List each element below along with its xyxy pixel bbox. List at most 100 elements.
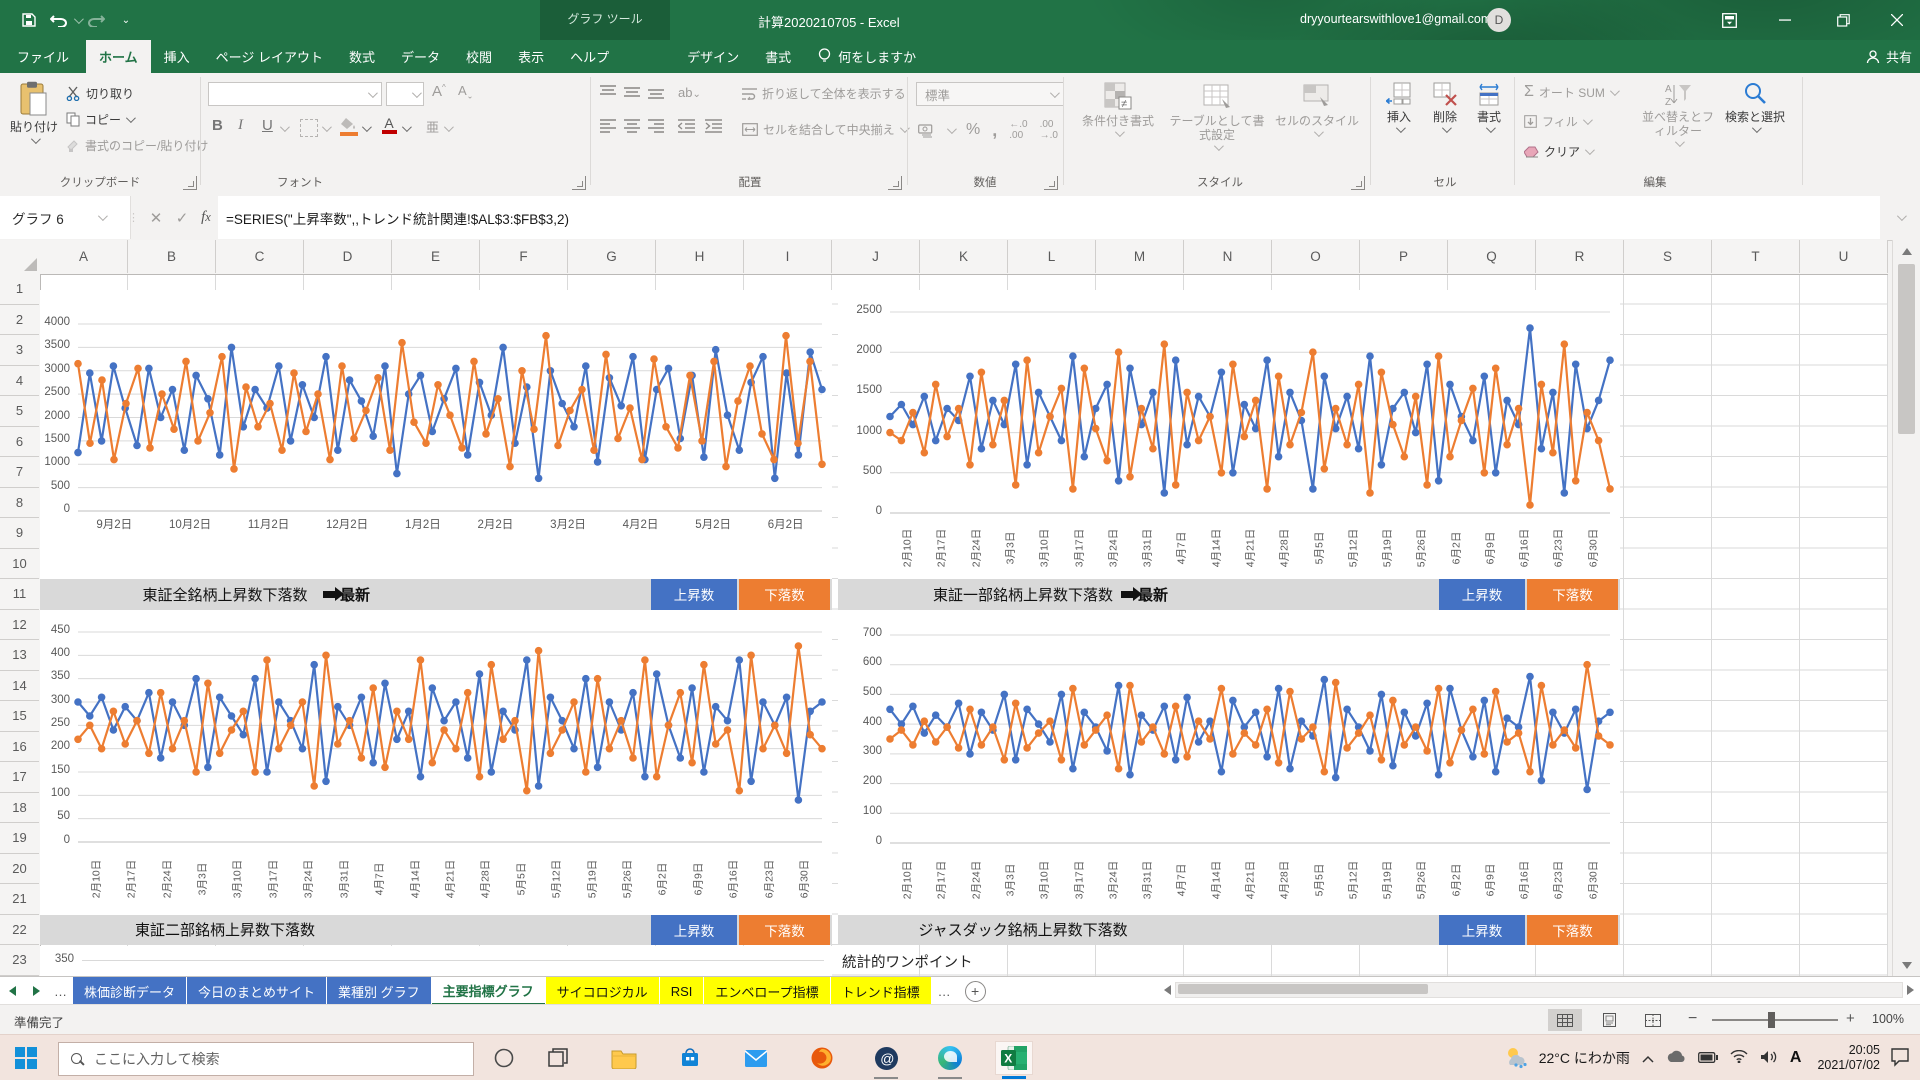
chart-tse-first[interactable]: 250020001500100050002月10日2月17日2月24日3月3日3… <box>838 290 1620 579</box>
vertical-scrollbar[interactable] <box>1892 240 1920 976</box>
sheet-tab-サイコロジカル[interactable]: サイコロジカル <box>546 977 659 1005</box>
comma-style-icon[interactable]: , <box>992 120 997 141</box>
zoom-slider-thumb[interactable] <box>1768 1012 1775 1028</box>
tab-contextual-書式[interactable]: 書式 <box>752 40 804 73</box>
sort-filter-button[interactable]: AZ 並べ替えとフィルター <box>1640 81 1716 147</box>
undo-icon[interactable] <box>44 8 74 32</box>
indent-icons[interactable] <box>678 119 722 133</box>
font-color-dropdown-icon[interactable] <box>402 122 412 132</box>
customize-qat-icon[interactable]: ⌄ <box>111 8 141 32</box>
edge-icon[interactable] <box>932 1042 968 1074</box>
paste-dropdown-icon[interactable] <box>30 134 40 144</box>
account-email[interactable]: dryyourtearswithlove1@gmail.com <box>1300 12 1491 26</box>
battery-icon[interactable] <box>1698 1050 1718 1066</box>
windows-start-button[interactable] <box>8 1042 44 1074</box>
weather-text[interactable]: 22°C にわか雨 <box>1539 1048 1630 1068</box>
formula-bar-expand-icon[interactable] <box>1886 196 1914 239</box>
restore-button[interactable] <box>1820 0 1866 40</box>
bold-button[interactable]: B <box>212 117 223 134</box>
autosum-dropdown-icon[interactable] <box>1610 86 1620 96</box>
sheet-tab-業種別 グラフ[interactable]: 業種別 グラフ <box>327 977 431 1005</box>
zoom-in-icon[interactable]: + <box>1846 1010 1855 1027</box>
conditional-formatting-dropdown-icon[interactable] <box>1114 127 1124 137</box>
file-explorer-icon[interactable] <box>606 1042 642 1074</box>
column-header-R[interactable]: R <box>1536 240 1624 273</box>
font-dialog-launcher-icon[interactable] <box>572 176 586 190</box>
column-header-N[interactable]: N <box>1184 240 1272 273</box>
vertical-align-icons[interactable] <box>600 85 664 99</box>
mail-icon[interactable] <box>738 1042 774 1074</box>
find-select-dropdown-icon[interactable] <box>1751 123 1761 133</box>
cortana-icon[interactable] <box>486 1042 522 1074</box>
row-header-19[interactable]: 19 <box>0 823 39 854</box>
show-hidden-icons-chevron[interactable] <box>1642 1050 1654 1066</box>
avatar[interactable]: D <box>1487 8 1511 32</box>
increase-font-icon[interactable]: A^ <box>432 83 446 100</box>
chart-tse-second[interactable]: 4504003503002502001501005002月10日2月17日2月2… <box>40 610 832 915</box>
column-header-A[interactable]: A <box>40 240 128 273</box>
falling-count-button[interactable]: 下落数 <box>1527 579 1618 610</box>
merge-center-button[interactable]: セルを結合して中央揃え <box>742 121 907 138</box>
sheet-tab-トレンド指標[interactable]: トレンド指標 <box>831 977 931 1005</box>
clipboard-dialog-launcher-icon[interactable] <box>183 176 197 190</box>
tell-me-search[interactable]: 何をしますか <box>804 40 930 73</box>
format-as-table-button[interactable]: テーブルとして書式設定 <box>1168 81 1266 151</box>
column-header-S[interactable]: S <box>1624 240 1712 273</box>
row-header-7[interactable]: 7 <box>0 457 39 488</box>
column-header-U[interactable]: U <box>1800 240 1888 273</box>
column-header-P[interactable]: P <box>1360 240 1448 273</box>
underline-dropdown-icon[interactable] <box>280 122 290 132</box>
format-cells-button[interactable]: 書式 <box>1468 81 1510 133</box>
formula-input[interactable]: =SERIES("上昇率数",,トレンド統計関連!$AL$3:$FB$3,2) <box>218 196 1880 239</box>
paste-button[interactable]: 貼り付け <box>8 81 60 144</box>
number-format-combobox[interactable]: 標準 <box>916 82 1064 106</box>
sheet-next-icon[interactable] <box>24 977 48 1005</box>
vertical-scroll-thumb[interactable] <box>1898 264 1915 434</box>
action-center-icon[interactable] <box>1890 1047 1910 1070</box>
row-header-12[interactable]: 12 <box>0 610 39 641</box>
page-layout-view-icon[interactable] <box>1592 1009 1626 1031</box>
format-as-table-dropdown-icon[interactable] <box>1213 141 1223 151</box>
number-dialog-launcher-icon[interactable] <box>1044 176 1058 190</box>
row-header-4[interactable]: 4 <box>0 366 39 397</box>
phonetic-dropdown-icon[interactable] <box>444 122 454 132</box>
cell-styles-button[interactable]: セルのスタイル <box>1272 81 1362 137</box>
tab-file[interactable]: ファイル <box>0 40 86 73</box>
phonetic-guide-icon[interactable]: 亜 <box>426 117 439 136</box>
column-header-D[interactable]: D <box>304 240 392 273</box>
scroll-down-icon[interactable] <box>1893 954 1920 976</box>
save-icon[interactable] <box>14 8 44 32</box>
conditional-formatting-button[interactable]: ≠ 条件付き書式 <box>1072 81 1164 137</box>
row-header-2[interactable]: 2 <box>0 305 39 336</box>
fill-dropdown-icon[interactable] <box>1583 115 1593 125</box>
orientation-icon[interactable]: ab⌄ <box>678 85 701 100</box>
redo-icon[interactable] <box>81 8 111 32</box>
column-header-B[interactable]: B <box>128 240 216 273</box>
statistical-one-point-cell[interactable]: 統計的ワンポイント <box>842 951 973 972</box>
ime-mode-indicator[interactable]: A <box>1790 1049 1802 1067</box>
task-view-icon[interactable] <box>540 1042 576 1074</box>
tab-数式[interactable]: 数式 <box>336 40 388 73</box>
fill-button[interactable]: フィル <box>1524 113 1590 130</box>
add-sheet-button[interactable]: + <box>965 981 986 1002</box>
chart-tse-all[interactable]: 400035003000250020001500100050009月2日10月2… <box>40 290 832 579</box>
font-color-icon[interactable]: A <box>382 115 396 134</box>
column-header-F[interactable]: F <box>480 240 568 273</box>
page-break-view-icon[interactable] <box>1636 1009 1670 1031</box>
cell-styles-dropdown-icon[interactable] <box>1313 127 1323 137</box>
increase-decimal-icon[interactable]: ←.0.00 <box>1009 119 1027 141</box>
row-header-18[interactable]: 18 <box>0 793 39 824</box>
scroll-right-icon[interactable] <box>1907 985 1914 995</box>
autosum-button[interactable]: Σ オート SUM <box>1524 83 1617 101</box>
row-header-23[interactable]: 23 <box>0 945 39 976</box>
font-size-combobox[interactable] <box>386 82 424 106</box>
column-header-O[interactable]: O <box>1272 240 1360 273</box>
insert-cells-button[interactable]: 挿入 <box>1378 81 1420 133</box>
font-name-combobox[interactable] <box>208 82 382 106</box>
tab-データ[interactable]: データ <box>388 40 453 73</box>
styles-dialog-launcher-icon[interactable] <box>1351 176 1365 190</box>
column-header-Q[interactable]: Q <box>1448 240 1536 273</box>
column-header-I[interactable]: I <box>744 240 832 273</box>
row-header-17[interactable]: 17 <box>0 762 39 793</box>
row-header-13[interactable]: 13 <box>0 640 39 671</box>
